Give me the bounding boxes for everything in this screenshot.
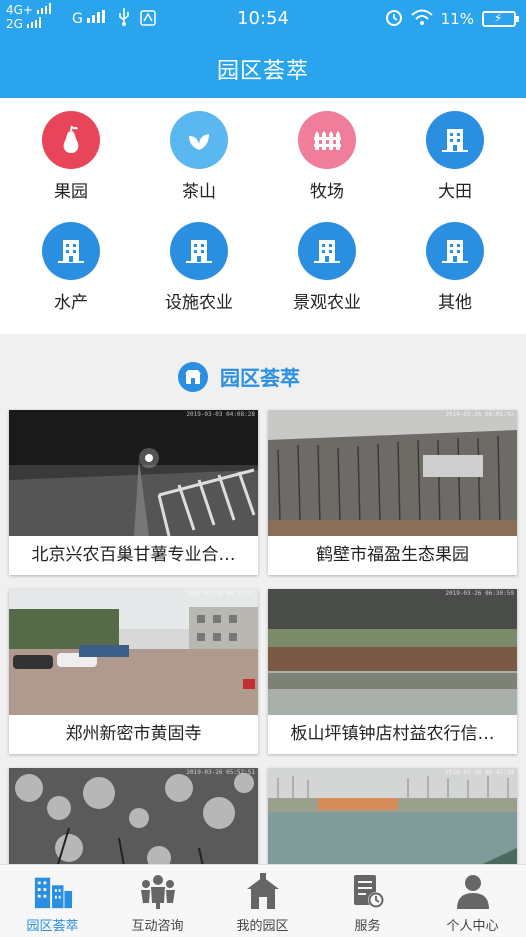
category-field[interactable]: 大田 [400, 111, 510, 211]
person-icon [453, 873, 493, 909]
category-facility-agriculture[interactable]: 设施农业 [144, 222, 254, 322]
fence-icon [298, 111, 356, 169]
wifi-icon [410, 9, 433, 29]
camera-snapshot: 2019-03-26 06:54:41 [9, 589, 258, 715]
building-icon [426, 111, 484, 169]
nav-label: 园区荟萃 [26, 919, 79, 934]
people-icon [138, 873, 178, 909]
timestamp-overlay: 2019-03-26 06:42:39 [445, 769, 514, 776]
category-label: 设施农业 [165, 293, 233, 313]
nav-my-park[interactable]: 我的园区 [210, 865, 315, 937]
timestamp-overlay: 2019-03-26 06:05:42 [445, 411, 514, 418]
house-icon [243, 873, 283, 909]
timestamp-overlay: 2019-03-26 06:30:59 [445, 590, 514, 597]
nav-label: 服务 [354, 919, 381, 934]
shop-icon [178, 362, 208, 392]
category-label: 大田 [438, 182, 472, 202]
building-icon [42, 222, 100, 280]
category-label: 茶山 [182, 182, 216, 202]
category-aquaculture[interactable]: 水产 [16, 222, 126, 322]
park-name: 郑州新密市黄固寺 [65, 724, 202, 744]
park-card[interactable]: 2019-03-26 06:30:59 板山坪镇钟店村益农行信… [268, 589, 517, 754]
category-other[interactable]: 其他 [400, 222, 510, 322]
status-bar: 4G+ 2G G 10:54 11% ⚡ [0, 0, 526, 36]
park-name: 板山坪镇钟店村益农行信… [290, 724, 495, 744]
nav-services[interactable]: 服务 [315, 865, 420, 937]
category-label: 其他 [438, 293, 472, 313]
category-ranch[interactable]: 牧场 [272, 111, 382, 211]
park-card[interactable]: 2019-03-26 06:54:41 郑州新密市黄固寺 [9, 589, 258, 754]
nav-label: 我的园区 [236, 919, 289, 934]
nav-park-showcase[interactable]: 园区荟萃 [0, 865, 105, 937]
battery-icon: ⚡ [482, 11, 519, 27]
camera-snapshot: 2019-03-26 06:05:42 [268, 410, 517, 536]
category-orchard[interactable]: 果园 [16, 111, 126, 211]
camera-snapshot: 2019-03-26 06:30:59 [268, 589, 517, 715]
app-header: 园区荟萃 [0, 36, 526, 98]
timestamp-overlay: 2019-03-03 04:08:28 [186, 411, 255, 418]
park-card[interactable]: 2019-03-03 04:08:28 北京兴农百巢甘薯专业合… [9, 410, 258, 575]
category-landscape-agriculture[interactable]: 景观农业 [272, 222, 382, 322]
section-title: 园区荟萃 [220, 366, 300, 390]
category-tea-hill[interactable]: 茶山 [144, 111, 254, 211]
status-right: 11% ⚡ [385, 8, 519, 30]
building-icon [298, 222, 356, 280]
park-name: 北京兴农百巢甘薯专业合… [31, 545, 236, 565]
category-label: 牧场 [310, 182, 344, 202]
timestamp-overlay: 2019-03-26 05:52:51 [186, 769, 255, 776]
building-icon [426, 222, 484, 280]
park-card[interactable]: 2019-03-26 06:05:42 鹤壁市福盈生态果园 [268, 410, 517, 575]
bottom-nav: 园区荟萃 互动咨询 我的园区 服务 个人中心 [0, 864, 526, 937]
nav-label: 个人中心 [446, 919, 499, 934]
category-label: 景观农业 [293, 293, 361, 313]
timestamp-overlay: 2019-03-26 06:54:41 [186, 590, 255, 597]
park-name: 鹤壁市福盈生态果园 [316, 545, 469, 565]
pear-icon [42, 111, 100, 169]
building-icon [170, 222, 228, 280]
camera-snapshot: 2019-03-03 04:08:28 [9, 410, 258, 536]
nav-label: 互动咨询 [131, 919, 184, 934]
battery-percent: 11% [440, 10, 474, 28]
category-grid: 果园 茶山 牧场 大田 水产 设施农业 景观农业 其他 [0, 98, 526, 334]
buildings-icon [33, 873, 73, 909]
section-header: 园区荟萃 [0, 356, 526, 396]
category-label: 水产 [54, 293, 88, 313]
tea-leaf-icon [170, 111, 228, 169]
category-label: 果园 [54, 182, 88, 202]
page-title: 园区荟萃 [216, 59, 309, 84]
nav-personal-center[interactable]: 个人中心 [420, 865, 525, 937]
document-clock-icon [348, 873, 388, 909]
nav-interactive-consult[interactable]: 互动咨询 [105, 865, 210, 937]
alarm-icon [385, 8, 403, 30]
